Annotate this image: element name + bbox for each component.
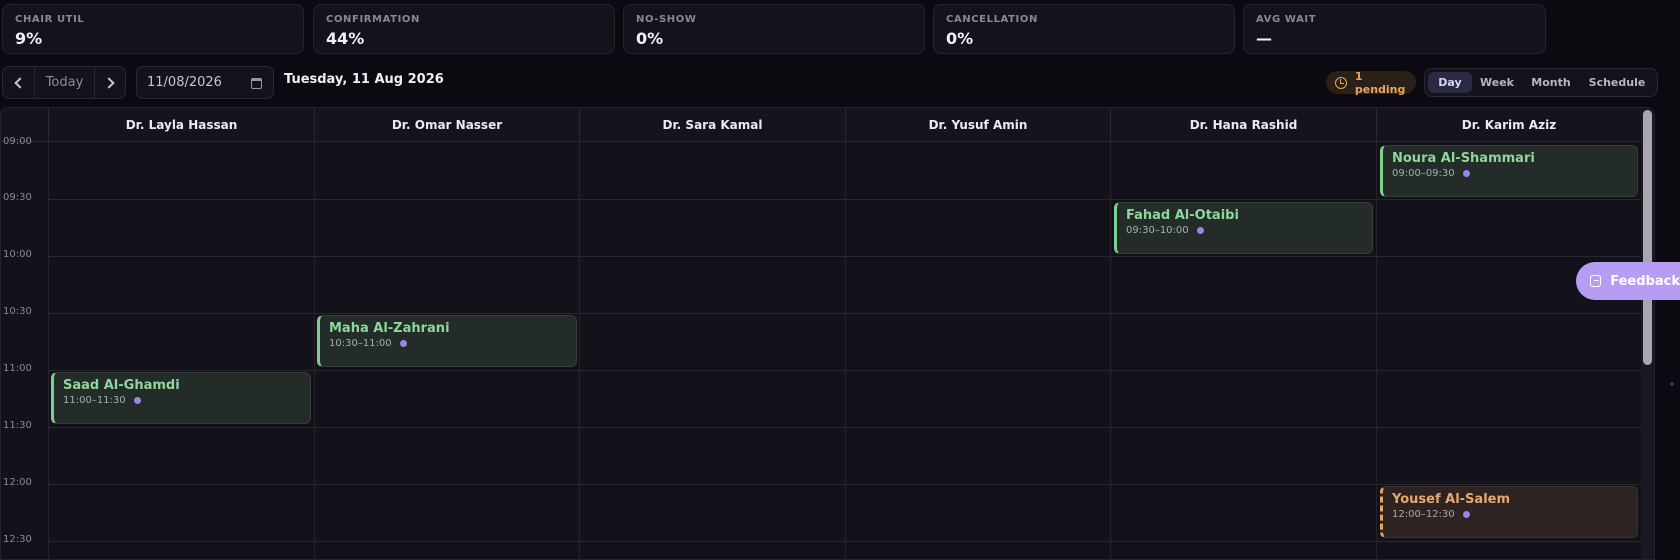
feedback-label: Feedback	[1610, 273, 1680, 289]
appointment-time-text: 09:30–10:00	[1126, 225, 1189, 236]
view-month-button[interactable]: Month	[1522, 72, 1580, 93]
stat-chair-util: CHAIR UTIL 9%	[2, 4, 304, 54]
appointment-block[interactable]: Saad Al-Ghamdi 11:00–11:30	[51, 372, 311, 424]
appointment-time: 09:00–09:30	[1392, 168, 1628, 179]
clock-icon	[1335, 76, 1347, 89]
doctor-column-header[interactable]: Dr. Omar Nasser	[314, 108, 579, 142]
status-dot-icon	[1462, 170, 1470, 177]
stat-confirmation: CONFIRMATION 44%	[313, 4, 615, 54]
appointment-time: 12:00–12:30	[1392, 509, 1628, 520]
stat-value: 0%	[636, 29, 664, 48]
date-picker-input[interactable]: 11/08/2026	[136, 66, 274, 99]
appointment-time: 11:00–11:30	[63, 395, 301, 406]
next-day-button[interactable]	[95, 67, 125, 98]
appointment-block-pending[interactable]: Yousef Al-Salem 12:00–12:30	[1380, 486, 1638, 538]
column-divider	[1376, 142, 1377, 559]
status-dot-icon	[1196, 227, 1204, 234]
column-divider	[314, 142, 315, 559]
stat-cancellation: CANCELLATION 0%	[933, 4, 1235, 54]
appointment-block[interactable]: Maha Al-Zahrani 10:30–11:00	[317, 315, 577, 367]
doctor-column-header[interactable]: Dr. Hana Rashid	[1110, 108, 1376, 142]
stat-value: 9%	[15, 29, 43, 48]
time-label: 12:30	[3, 534, 32, 545]
stat-label: NO-SHOW	[636, 14, 697, 25]
day-calendar-grid: Dr. Layla Hassan Dr. Omar Nasser Dr. Sar…	[0, 107, 1655, 560]
appointment-time-text: 11:00–11:30	[63, 395, 126, 406]
calendar-icon[interactable]	[251, 78, 262, 89]
time-label: 09:30	[3, 192, 32, 203]
column-divider	[579, 142, 580, 559]
prev-day-button[interactable]	[3, 67, 35, 98]
pending-badge[interactable]: 1 pending	[1326, 69, 1416, 96]
time-gutter: 09:00 09:30 10:00 10:30 11:00 11:30 12:0…	[1, 136, 48, 559]
appointment-time: 10:30–11:00	[329, 338, 567, 349]
time-label: 10:00	[3, 249, 32, 260]
stat-value: 0%	[946, 29, 974, 48]
view-schedule-button[interactable]: Schedule	[1580, 72, 1654, 93]
view-day-button[interactable]: Day	[1428, 72, 1472, 93]
doctor-column-header[interactable]: Dr. Layla Hassan	[48, 108, 314, 142]
view-week-button[interactable]: Week	[1472, 72, 1522, 93]
scrollbar-thumb[interactable]	[1643, 110, 1652, 365]
appointment-time-text: 09:00–09:30	[1392, 168, 1455, 179]
column-divider	[48, 142, 49, 559]
time-label: 12:00	[3, 477, 32, 488]
time-label: 11:30	[3, 420, 32, 431]
stat-value: 44%	[326, 29, 365, 48]
appointment-time-text: 12:00–12:30	[1392, 509, 1455, 520]
status-dot-icon	[1462, 511, 1470, 518]
chevron-right-icon	[102, 76, 115, 89]
column-divider	[1110, 142, 1111, 559]
appointment-patient: Yousef Al-Salem	[1392, 492, 1511, 507]
view-switcher: Day Week Month Schedule	[1424, 68, 1658, 97]
date-nav-group: Today	[2, 66, 126, 99]
status-dot-icon	[133, 397, 141, 404]
doctor-header-row: Dr. Layla Hassan Dr. Omar Nasser Dr. Sar…	[1, 108, 1654, 142]
appointment-time-text: 10:30–11:00	[329, 338, 392, 349]
appointment-patient: Maha Al-Zahrani	[329, 321, 450, 336]
appointment-patient: Noura Al-Shammari	[1392, 151, 1535, 166]
doctor-column-header[interactable]: Dr. Sara Kamal	[579, 108, 845, 142]
appointment-time: 09:30–10:00	[1126, 225, 1363, 236]
today-button[interactable]: Today	[35, 67, 95, 98]
stat-label: CANCELLATION	[946, 14, 1038, 25]
time-label: 10:30	[3, 306, 32, 317]
pending-label: 1 pending	[1354, 69, 1406, 96]
stat-no-show: NO-SHOW 0%	[623, 4, 925, 54]
stat-label: CONFIRMATION	[326, 14, 420, 25]
grid-scrollbar[interactable]	[1641, 110, 1653, 559]
message-square-icon	[1590, 275, 1602, 287]
time-label: 11:00	[3, 363, 32, 374]
feedback-button[interactable]: Feedback	[1576, 262, 1680, 300]
stat-avg-wait: AVG WAIT —	[1243, 4, 1546, 54]
status-dot-icon	[399, 340, 407, 347]
time-label: 09:00	[3, 136, 32, 147]
appointment-block[interactable]: Fahad Al-Otaibi 09:30–10:00	[1114, 202, 1373, 254]
doctor-column-header[interactable]: Dr. Yusuf Amin	[845, 108, 1110, 142]
doctor-column-header[interactable]: Dr. Karim Aziz	[1376, 108, 1641, 142]
date-value: 11/08/2026	[147, 75, 222, 90]
stats-row: CHAIR UTIL 9% CONFIRMATION 44% NO-SHOW 0…	[0, 4, 1680, 54]
current-date-title: Tuesday, 11 Aug 2026	[284, 72, 444, 87]
appointment-patient: Saad Al-Ghamdi	[63, 378, 180, 393]
resize-handle[interactable]	[1670, 382, 1674, 386]
stat-label: CHAIR UTIL	[15, 14, 85, 25]
chevron-left-icon	[14, 76, 26, 89]
appointment-patient: Fahad Al-Otaibi	[1126, 208, 1239, 223]
appointment-block[interactable]: Noura Al-Shammari 09:00–09:30	[1380, 145, 1638, 197]
stat-value: —	[1256, 29, 1272, 48]
column-divider	[845, 142, 846, 559]
stat-label: AVG WAIT	[1256, 14, 1317, 25]
